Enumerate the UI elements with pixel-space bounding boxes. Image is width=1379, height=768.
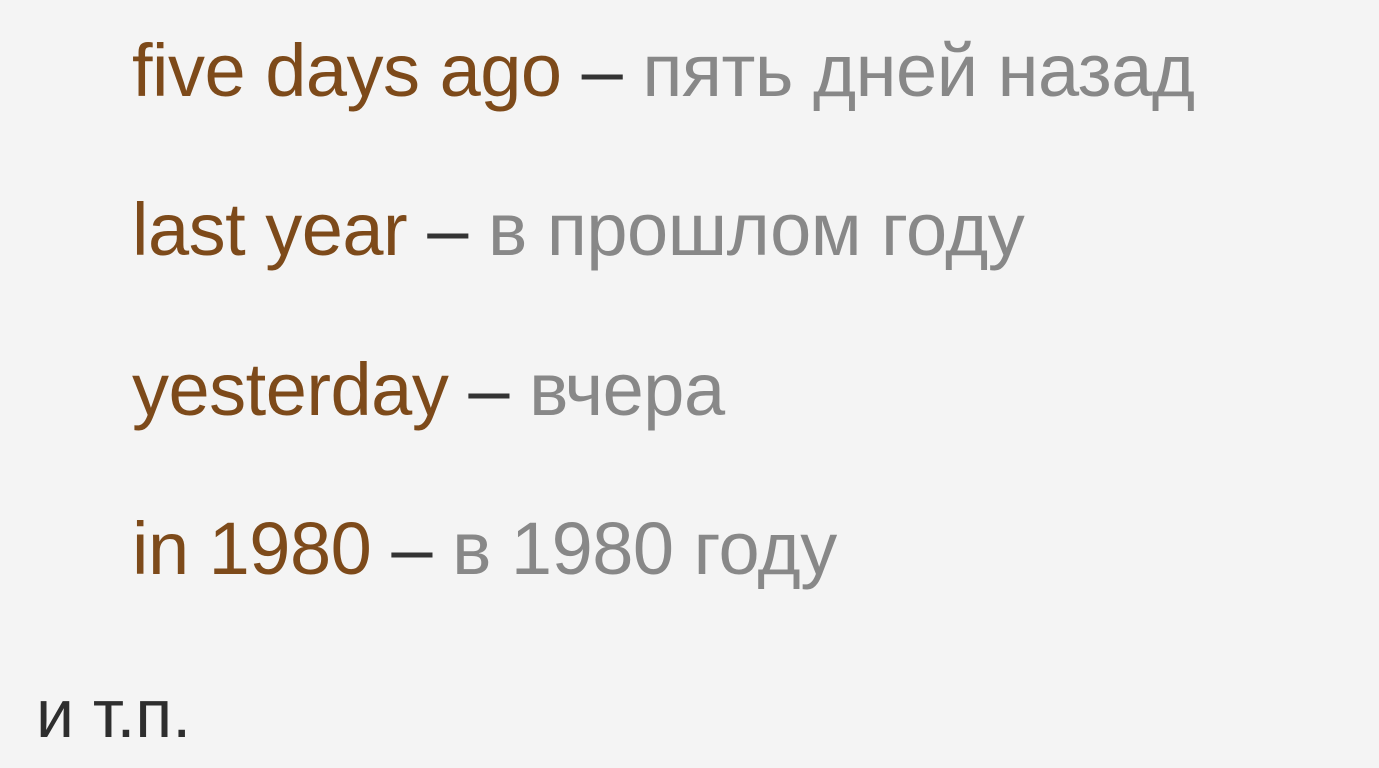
english-phrase: in 1980 xyxy=(132,507,372,590)
etc-footer-text: и т.п. xyxy=(36,676,192,752)
dash-separator: – xyxy=(561,29,643,112)
example-item: in 1980 – в 1980 году xyxy=(132,512,837,586)
english-phrase: five days ago xyxy=(132,29,562,112)
dash-separator: – xyxy=(407,188,488,271)
example-item: last year – в прошлом году xyxy=(132,193,1025,267)
english-phrase: yesterday xyxy=(132,348,449,431)
russian-translation: вчера xyxy=(529,348,725,431)
example-item: yesterday – вчера xyxy=(132,353,725,427)
russian-translation: пять дней назад xyxy=(642,29,1195,112)
dash-separator: – xyxy=(371,507,453,590)
russian-translation: в 1980 году xyxy=(452,507,837,590)
example-item: five days ago – пять дней назад xyxy=(132,34,1195,108)
english-phrase: last year xyxy=(132,188,408,271)
russian-translation: в прошлом году xyxy=(487,188,1025,271)
dash-separator: – xyxy=(448,348,530,431)
